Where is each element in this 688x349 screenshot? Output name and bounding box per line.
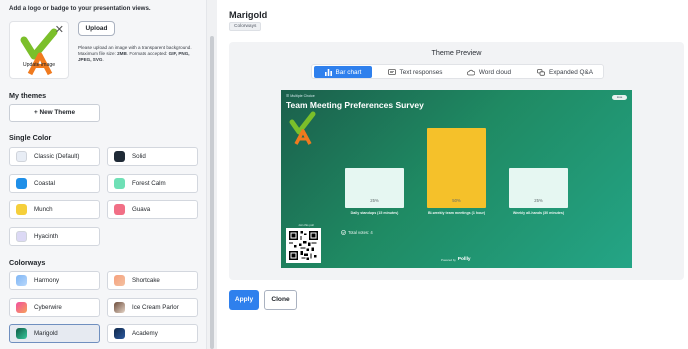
bar-1: 25% bbox=[345, 168, 404, 208]
color-swatch bbox=[114, 204, 125, 215]
bar-3: 25% bbox=[509, 168, 568, 208]
theme-marigold[interactable]: Marigold bbox=[9, 324, 100, 343]
color-swatch bbox=[16, 230, 27, 242]
theme-label: Marigold bbox=[34, 330, 58, 337]
sidebar-scrollbar[interactable] bbox=[210, 36, 214, 349]
color-swatch bbox=[16, 275, 27, 286]
theme-label: Ice Cream Parlor bbox=[132, 303, 179, 311]
single-color-title: Single Color bbox=[9, 133, 52, 142]
preview-tabs: Bar chart Text responses Word cloud Expa… bbox=[311, 64, 604, 79]
update-image-label[interactable]: Update image bbox=[10, 62, 68, 68]
color-swatch bbox=[16, 151, 27, 162]
theme-coastal[interactable]: Coastal bbox=[9, 173, 100, 193]
theme-label: Forest Calm bbox=[132, 179, 166, 187]
logo-preview[interactable]: ✕ Update image bbox=[9, 21, 69, 79]
bar-value-label: 50% bbox=[452, 198, 461, 203]
theme-category-badge: Colorways bbox=[229, 22, 262, 31]
theme-harmony[interactable]: Harmony bbox=[9, 271, 100, 290]
bar-category-label: Daily standups (15 minutes) bbox=[350, 211, 399, 215]
color-swatch bbox=[114, 301, 125, 313]
brand-name: Pollly bbox=[457, 257, 471, 262]
theme-munch[interactable]: Munch bbox=[9, 200, 100, 219]
upload-help-text: Please upload an image with a transparen… bbox=[78, 45, 192, 63]
theme-cyberwire[interactable]: Cyberwire bbox=[9, 297, 100, 317]
bar-category-label: Weekly all-hands (30 minutes) bbox=[512, 211, 565, 215]
bar-2: 50% bbox=[427, 128, 486, 208]
theme-label: Guava bbox=[132, 206, 151, 213]
color-swatch bbox=[16, 177, 27, 189]
theme-label: Classic (Default) bbox=[34, 153, 80, 160]
theme-sidebar: Add a logo or badge to your presentation… bbox=[0, 0, 207, 349]
color-swatch bbox=[16, 301, 27, 313]
theme-ice-cream-parlor[interactable]: Ice Cream Parlor bbox=[107, 297, 198, 317]
theme-forest-calm[interactable]: Forest Calm bbox=[107, 173, 198, 193]
clone-button[interactable]: Clone bbox=[264, 290, 297, 310]
color-swatch bbox=[16, 204, 27, 215]
theme-solid[interactable]: Solid bbox=[107, 147, 198, 166]
theme-label: Academy bbox=[132, 330, 158, 337]
join-poll-label: Join this poll bbox=[298, 223, 314, 227]
color-swatch bbox=[114, 328, 125, 339]
tab-word-cloud[interactable]: Word cloud bbox=[460, 66, 518, 78]
theme-guava[interactable]: Guava bbox=[107, 200, 198, 219]
question-type-label: ☰ Multiple Choice bbox=[286, 94, 315, 98]
text-responses-icon bbox=[387, 68, 396, 75]
color-swatch bbox=[114, 151, 125, 162]
check-circle-icon bbox=[341, 230, 346, 235]
tab-expanded-qa[interactable]: Expanded Q&A bbox=[529, 66, 601, 78]
bar-chart-icon bbox=[324, 68, 332, 76]
theme-label: Shortcake bbox=[132, 277, 160, 284]
slide-logo bbox=[289, 111, 316, 145]
word-cloud-icon bbox=[466, 69, 475, 75]
color-swatch bbox=[114, 275, 125, 286]
logo-note: Add a logo or badge to your presentation… bbox=[9, 5, 151, 12]
preview-title: Theme Preview bbox=[431, 48, 482, 57]
bar-value-label: 25% bbox=[534, 198, 543, 203]
slide-preview: ☰ Multiple Choice Team Meeting Preferenc… bbox=[281, 90, 632, 268]
theme-hyacinth[interactable]: Hyacinth bbox=[9, 226, 100, 246]
live-toggle: Live bbox=[612, 95, 627, 100]
tab-text-responses[interactable]: Text responses bbox=[382, 66, 448, 78]
theme-label: Munch bbox=[34, 206, 53, 213]
theme-shortcake[interactable]: Shortcake bbox=[107, 271, 198, 290]
theme-label: Hyacinth bbox=[34, 232, 59, 240]
bar-category-label: Bi-weekly team meetings (1 hour) bbox=[427, 211, 486, 215]
qa-icon bbox=[537, 68, 545, 76]
theme-label: Solid bbox=[132, 153, 146, 160]
color-swatch bbox=[16, 328, 27, 339]
theme-preview-card: Theme Preview Bar chart Text responses W… bbox=[229, 42, 684, 280]
my-themes-title: My themes bbox=[9, 91, 47, 100]
qr-code bbox=[286, 228, 321, 263]
new-theme-button[interactable]: + New Theme bbox=[9, 104, 100, 122]
theme-label: Harmony bbox=[34, 277, 60, 284]
tab-bar-chart[interactable]: Bar chart bbox=[314, 66, 372, 78]
color-swatch bbox=[114, 177, 125, 189]
apply-button[interactable]: Apply bbox=[229, 290, 259, 310]
theme-title: Marigold bbox=[229, 10, 268, 20]
powered-by: Powered by Pollly bbox=[441, 257, 471, 262]
remove-logo-icon[interactable]: ✕ bbox=[55, 25, 64, 36]
colorways-title: Colorways bbox=[9, 258, 46, 267]
theme-academy[interactable]: Academy bbox=[107, 324, 198, 343]
theme-classic-default[interactable]: Classic (Default) bbox=[9, 147, 100, 166]
theme-label: Cyberwire bbox=[34, 303, 62, 311]
upload-button[interactable]: Upload bbox=[78, 21, 115, 36]
slide-title: Team Meeting Preferences Survey bbox=[286, 100, 424, 110]
bar-value-label: 25% bbox=[370, 198, 379, 203]
total-votes: Total votes: 4 bbox=[341, 230, 373, 235]
theme-label: Coastal bbox=[34, 179, 55, 187]
